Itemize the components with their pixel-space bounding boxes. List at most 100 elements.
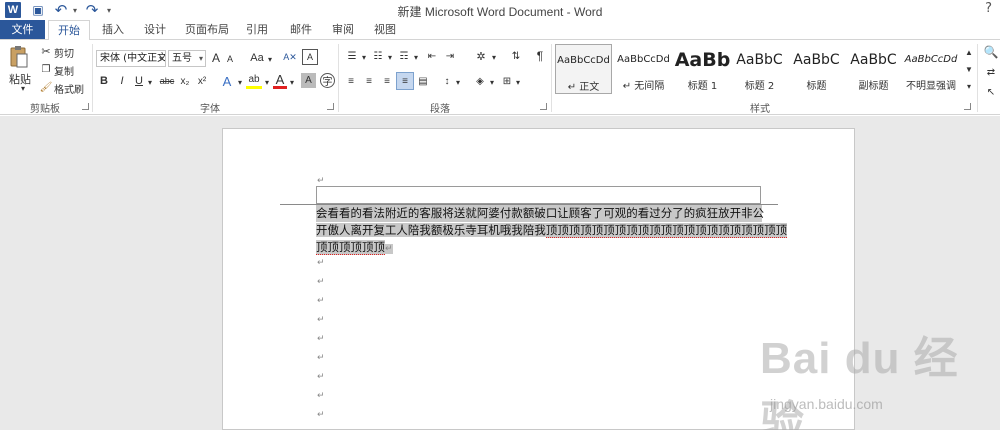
tab-review[interactable]: 审阅 [326, 20, 360, 40]
align-center-icon[interactable]: ≡ [362, 74, 376, 88]
borders-icon[interactable]: ⊞ [500, 74, 514, 88]
font-color-dropdown-icon[interactable]: ▾ [288, 76, 296, 88]
group-separator [92, 44, 93, 112]
help-button[interactable]: ? [985, 1, 992, 16]
superscript-button[interactable]: x² [195, 74, 209, 88]
paragraph-mark: ↵ [317, 353, 325, 363]
text-run: 顶顶顶顶顶顶顶顶顶顶顶顶顶顶顶顶顶顶顶顶顶 [545, 223, 788, 238]
replace-icon[interactable]: ⇄ [983, 65, 999, 79]
bullets-dropdown-icon[interactable]: ▾ [360, 52, 368, 62]
font-size-select[interactable]: 五号 ▾ [168, 50, 206, 67]
document-body[interactable]: 会看看的看法附近的客服将送就阿婆付款额破口让顾客了可观的看过分了的疯狂放开非公 … [316, 205, 788, 256]
paragraph-mark: ↵ [317, 372, 325, 382]
font-launcher-icon[interactable] [327, 103, 334, 110]
italic-button[interactable]: I [116, 74, 128, 88]
borders-dropdown-icon[interactable]: ▾ [514, 77, 522, 87]
tab-file[interactable]: 文件 [0, 20, 45, 40]
shrink-font-icon[interactable]: A [225, 53, 235, 65]
char-border-icon[interactable]: A [302, 49, 318, 65]
copy-button[interactable]: 复制 [54, 63, 74, 78]
format-painter-button[interactable]: 格式刷 [54, 81, 84, 96]
char-shading-icon[interactable]: A [301, 73, 316, 88]
style-name: 标题 1 [687, 81, 718, 92]
style-normal[interactable]: AaBbCcDd ↵ 正文 [555, 44, 612, 94]
change-case-icon[interactable]: Aa [248, 51, 266, 65]
show-marks-icon[interactable]: ¶ [532, 49, 548, 63]
tab-design[interactable]: 设计 [138, 20, 172, 40]
header-box[interactable] [316, 186, 761, 204]
clear-format-icon[interactable]: A✕ [282, 49, 298, 65]
select-icon[interactable]: ↖ [983, 85, 999, 99]
shading-icon[interactable]: ◈ [472, 74, 488, 88]
align-left-icon[interactable]: ≡ [344, 74, 358, 88]
change-case-dropdown-icon[interactable]: ▾ [266, 53, 274, 65]
text-line: 顶顶顶顶顶顶↵ [316, 239, 762, 256]
tab-home[interactable]: 开始 [48, 20, 90, 40]
tab-page-layout[interactable]: 页面布局 [182, 20, 232, 40]
chinese-layout-icon[interactable]: ✲ [472, 49, 490, 63]
font-color-icon[interactable]: A [273, 72, 287, 89]
subscript-button[interactable]: x₂ [178, 74, 192, 88]
style-no-spacing[interactable]: AaBbCcDd ↵ 无间隔 [615, 44, 672, 94]
shading-dropdown-icon[interactable]: ▾ [488, 77, 496, 87]
tab-mailings[interactable]: 邮件 [284, 20, 318, 40]
style-title[interactable]: AaBbC 标题 [788, 44, 845, 94]
font-name-select[interactable]: 宋体 (中文正文) ▾ [96, 50, 166, 67]
find-icon[interactable]: 🔍 [983, 45, 999, 59]
style-heading-1[interactable]: AaBb 标题 1 [674, 44, 731, 94]
style-name: ↵ 无间隔 [622, 81, 665, 92]
paragraph-mark: ↵ [317, 315, 325, 325]
sort-icon[interactable]: ⇅ [508, 49, 524, 63]
paste-dropdown-icon[interactable]: ▾ [21, 84, 25, 93]
multilevel-dropdown-icon[interactable]: ▾ [412, 52, 420, 62]
text-effects-dropdown-icon[interactable]: ▾ [236, 76, 244, 88]
paste-icon[interactable] [8, 44, 30, 68]
grow-font-icon[interactable]: A [210, 51, 222, 65]
style-subtle-emphasis[interactable]: AaBbCcDd 不明显强调 [902, 44, 960, 94]
ribbon: 粘贴 ▾ ✂ 剪切 ❐ 复制 🖌 格式刷 剪贴板 宋体 (中文正文) ▾ 五号 ▾ … [0, 39, 1000, 115]
styles-group-label: 样式 [750, 104, 770, 115]
enclose-char-icon[interactable]: 字 [320, 73, 335, 88]
justify-icon[interactable]: ≡ [396, 72, 414, 90]
styles-more-icon[interactable]: ▾ [964, 79, 974, 93]
text-run: 会看看的看法附近的客服将送就阿婆付款额破口让顾客了可观的看过分了的疯狂放开非公 [316, 206, 765, 220]
highlight-icon[interactable]: ab [246, 73, 262, 89]
styles-scroll-down-icon[interactable]: ▼ [964, 62, 974, 76]
bold-button[interactable]: B [98, 74, 110, 88]
style-name: 标题 2 [744, 81, 775, 92]
style-subtitle[interactable]: AaBbC 副标题 [845, 44, 902, 94]
clipboard-launcher-icon[interactable] [82, 103, 89, 110]
chinese-layout-dropdown-icon[interactable]: ▾ [490, 52, 498, 62]
underline-button[interactable]: U [133, 74, 145, 88]
style-name: 副标题 [858, 81, 889, 92]
copy-icon: ❐ [41, 63, 51, 75]
numbering-icon[interactable]: ☷ [370, 49, 386, 63]
paste-button[interactable]: 粘贴 [9, 71, 31, 87]
style-sample: AaBbCcDd [904, 54, 958, 65]
paragraph-mark: ↵ [317, 410, 325, 420]
bullets-icon[interactable]: ☰ [344, 49, 360, 63]
line-spacing-dropdown-icon[interactable]: ▾ [454, 77, 462, 87]
strikethrough-button[interactable]: abc [158, 74, 176, 88]
tab-view[interactable]: 视图 [368, 20, 402, 40]
style-sample: AaBbC [850, 52, 897, 68]
decrease-indent-icon[interactable]: ⇤ [424, 49, 440, 63]
highlight-dropdown-icon[interactable]: ▾ [263, 76, 271, 88]
distributed-icon[interactable]: ▤ [416, 74, 430, 88]
text-effects-icon[interactable]: A [220, 73, 234, 89]
numbering-dropdown-icon[interactable]: ▾ [386, 52, 394, 62]
align-right-icon[interactable]: ≡ [380, 74, 394, 88]
window-title: 新建 Microsoft Word Document - Word [397, 5, 603, 19]
paragraph-launcher-icon[interactable] [540, 103, 547, 110]
line-spacing-icon[interactable]: ↕ [440, 74, 454, 88]
multilevel-list-icon[interactable]: ☶ [396, 49, 412, 63]
styles-scroll-up-icon[interactable]: ▲ [964, 45, 974, 59]
tab-insert[interactable]: 插入 [96, 20, 130, 40]
tab-references[interactable]: 引用 [240, 20, 274, 40]
styles-launcher-icon[interactable] [964, 103, 971, 110]
underline-dropdown-icon[interactable]: ▾ [146, 76, 154, 88]
cut-button[interactable]: 剪切 [54, 45, 74, 60]
style-heading-2[interactable]: AaBbC 标题 2 [731, 44, 788, 94]
style-sample: AaBbC [793, 52, 840, 68]
increase-indent-icon[interactable]: ⇥ [442, 49, 458, 63]
